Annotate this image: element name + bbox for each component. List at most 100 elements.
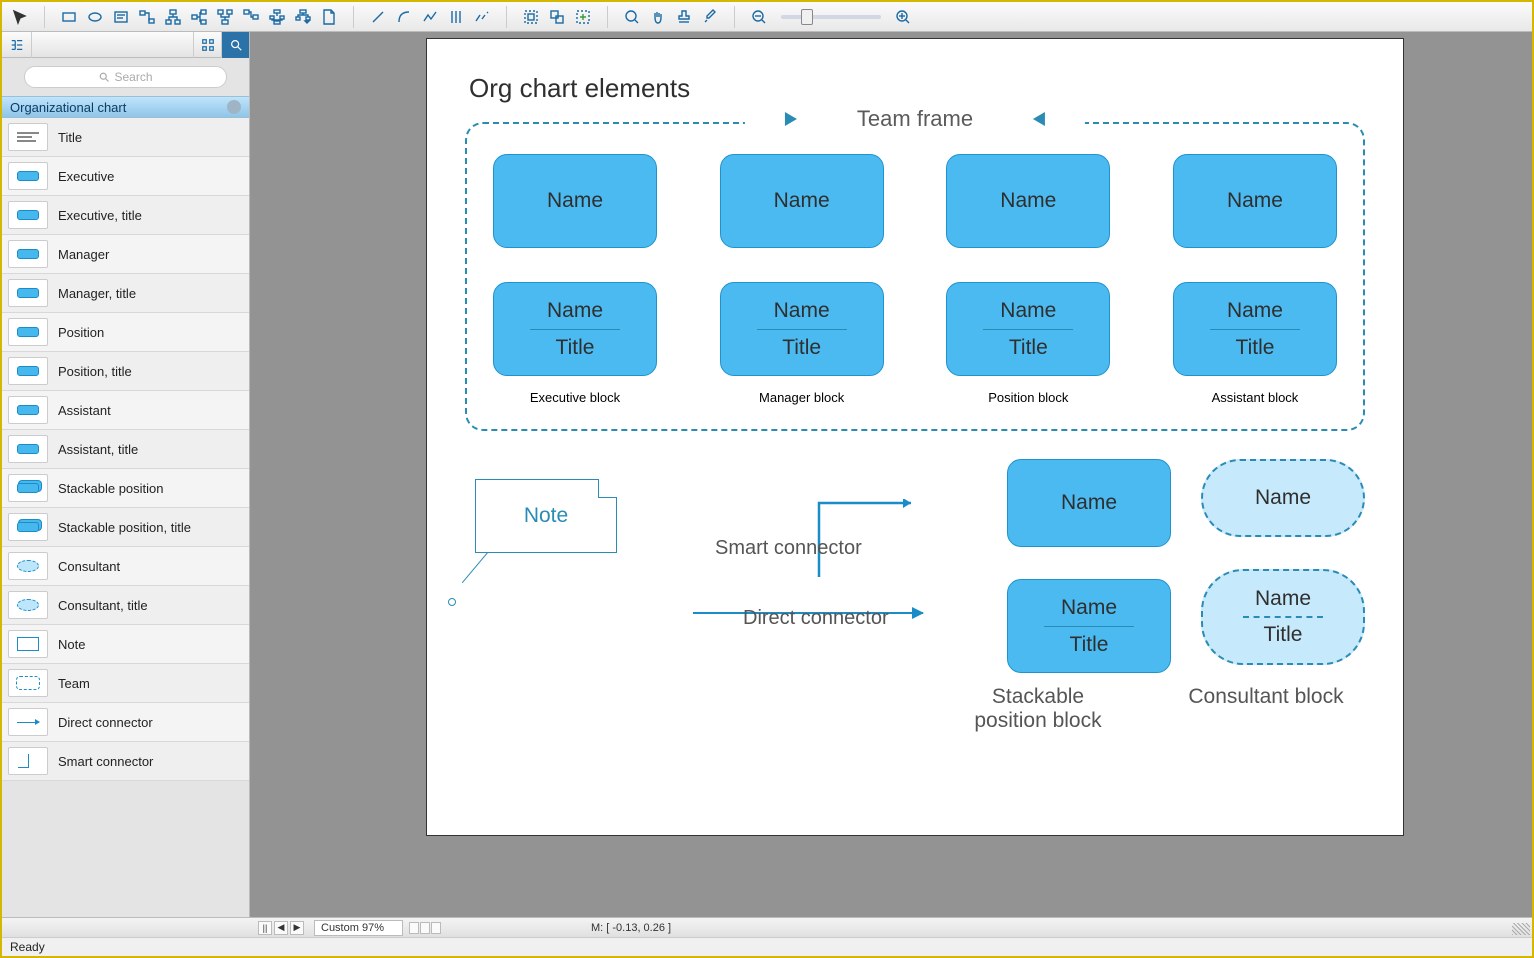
executive-block[interactable]: Name [493,154,657,248]
polyline-tool[interactable] [418,5,442,29]
parallel-line-tool[interactable] [444,5,468,29]
search-input[interactable]: Search [24,66,227,88]
tree-dropdown[interactable] [291,5,315,29]
col-label: Assistant block [1173,390,1337,405]
pan-tool[interactable] [646,5,670,29]
zoom-out-button[interactable] [747,5,771,29]
library-item-label: Consultant, title [58,598,148,613]
library-item[interactable]: Assistant, title [2,430,249,469]
library-item[interactable]: Executive, title [2,196,249,235]
shape-thumb-icon [8,162,48,190]
library-item[interactable]: Position [2,313,249,352]
regroup-tool[interactable] [571,5,595,29]
shape-thumb-icon [8,474,48,502]
note-shape[interactable]: Note [475,479,617,553]
multi-tree-tool[interactable] [265,5,289,29]
library-item[interactable]: Stackable position, title [2,508,249,547]
cursor-tool[interactable] [8,5,32,29]
library-item-label: Stackable position, title [58,520,191,535]
broken-line-tool[interactable] [470,5,494,29]
shape-thumb-icon [8,669,48,697]
zoom-fit-tool[interactable] [620,5,644,29]
library-item-label: Stackable position [58,481,164,496]
consultant-title-block[interactable]: NameTitle [1201,569,1365,665]
library-item-label: Assistant, title [58,442,138,457]
canvas-area[interactable]: Org chart elements Team frame Name Name … [250,32,1532,917]
stackable-name-block[interactable]: Name [1007,459,1171,547]
page-nav[interactable]: ||◀▶ [258,921,304,935]
shape-thumb-icon [8,435,48,463]
curve-tool[interactable] [392,5,416,29]
cursor-coords: M: [ -0.13, 0.26 ] [591,922,671,934]
library-item-label: Note [58,637,85,652]
library-item-label: Assistant [58,403,111,418]
library-item[interactable]: Manager, title [2,274,249,313]
consultant-name-block[interactable]: Name [1201,459,1365,537]
team-frame[interactable]: Team frame Name Name Name Name NameTitle… [465,122,1365,431]
library-item[interactable]: Title [2,118,249,157]
stackable-title-block[interactable]: NameTitle [1007,579,1171,673]
manager-block[interactable]: Name [720,154,884,248]
library-filter-bar [2,32,250,58]
search-placeholder: Search [114,70,152,84]
tree-tool-3[interactable] [213,5,237,29]
library-item-label: Position, title [58,364,132,379]
shape-thumb-icon [8,591,48,619]
zoom-in-button[interactable] [891,5,915,29]
assistant-title-block[interactable]: NameTitle [1173,282,1337,376]
col-label: Manager block [720,390,884,405]
arrow-right-icon [785,112,797,126]
rect-tool[interactable] [57,5,81,29]
library-item[interactable]: Assistant [2,391,249,430]
library-title: Organizational chart [10,100,126,115]
tree-tool-1[interactable] [161,5,185,29]
library-item[interactable]: Executive [2,157,249,196]
team-frame-label: Team frame [745,106,1085,132]
library-item[interactable]: Consultant [2,547,249,586]
col-label: Position block [946,390,1110,405]
library-item[interactable]: Consultant, title [2,586,249,625]
stamp-tool[interactable] [672,5,696,29]
library-item[interactable]: Smart connector [2,742,249,781]
zoom-select[interactable]: Custom 97% [314,920,403,936]
search-toggle-icon[interactable] [221,32,249,58]
assistant-block[interactable]: Name [1173,154,1337,248]
shape-thumb-icon [8,318,48,346]
connector-tool[interactable] [135,5,159,29]
library-item[interactable]: Manager [2,235,249,274]
executive-title-block[interactable]: NameTitle [493,282,657,376]
status-text: Ready [10,940,45,954]
library-item[interactable]: Stackable position [2,469,249,508]
close-library-icon[interactable] [227,100,241,114]
lower-label: Consultant block [1181,685,1351,733]
resize-grip-icon[interactable] [1512,923,1530,935]
new-page-tool[interactable] [317,5,341,29]
library-item-label: Consultant [58,559,120,574]
tree-view-icon[interactable] [2,32,32,58]
zoom-slider[interactable] [781,15,881,19]
view-mode-buttons[interactable] [409,922,441,934]
shape-thumb-icon [8,708,48,736]
library-item[interactable]: Team [2,664,249,703]
col-label: Executive block [493,390,657,405]
position-block[interactable]: Name [946,154,1110,248]
library-item[interactable]: Note [2,625,249,664]
grid-view-icon[interactable] [193,32,221,58]
group-tool[interactable] [519,5,543,29]
library-header[interactable]: Organizational chart [2,96,249,118]
textbox-tool[interactable] [109,5,133,29]
branch-tool[interactable] [239,5,263,29]
ungroup-tool[interactable] [545,5,569,29]
drawing-page[interactable]: Org chart elements Team frame Name Name … [426,38,1404,836]
eyedropper-tool[interactable] [698,5,722,29]
direct-connector-label: Direct connector [743,607,889,630]
library-item[interactable]: Direct connector [2,703,249,742]
tree-tool-2[interactable] [187,5,211,29]
manager-title-block[interactable]: NameTitle [720,282,884,376]
shape-thumb-icon [8,240,48,268]
main-toolbar [2,2,1532,32]
ellipse-tool[interactable] [83,5,107,29]
library-item[interactable]: Position, title [2,352,249,391]
line-tool[interactable] [366,5,390,29]
position-title-block[interactable]: NameTitle [946,282,1110,376]
